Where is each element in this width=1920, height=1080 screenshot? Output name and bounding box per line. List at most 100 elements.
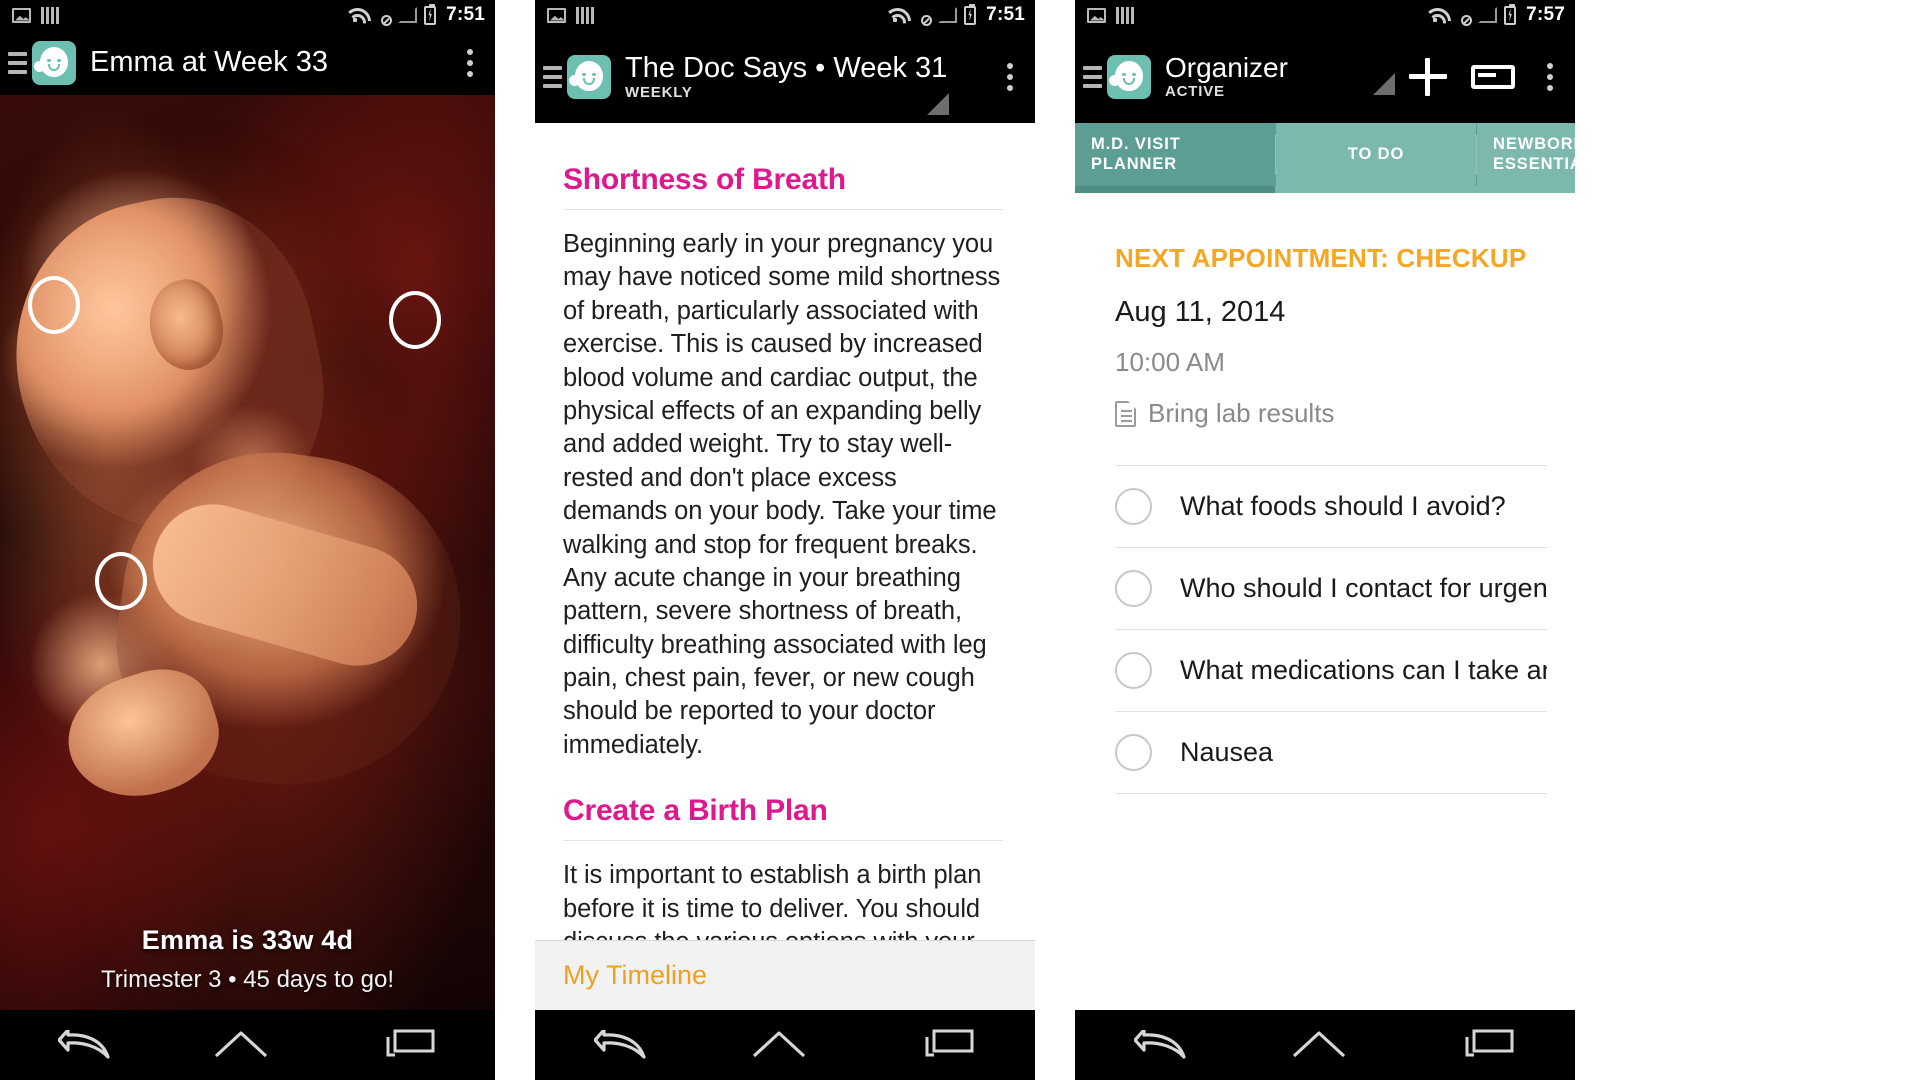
sim-disabled-icon — [1452, 6, 1473, 26]
status-bar-left — [547, 6, 594, 24]
status-bar-left — [12, 6, 59, 24]
action-bar-titles: The Doc Says • Week 31 WEEKLY — [625, 52, 947, 102]
tab-md-visit-planner[interactable]: M.D. VISIT PLANNER — [1075, 123, 1275, 186]
page-title: Organizer — [1165, 52, 1288, 84]
action-bar-titles: Emma at Week 33 — [90, 46, 328, 78]
overflow-menu-icon[interactable] — [459, 45, 481, 81]
battery-charging-icon — [424, 3, 437, 25]
list-item-label: Who should I contact for urgent matters? — [1180, 573, 1547, 603]
status-bar-clock: 7:51 — [446, 4, 485, 25]
tab-indicator-row — [1075, 186, 1575, 193]
resize-corner-icon — [1373, 73, 1395, 95]
article-footer: My Timeline — [535, 940, 1035, 1010]
section-body-1: Beginning early in your pregnancy you ma… — [563, 230, 1001, 759]
resize-corner-icon — [927, 93, 949, 115]
baby-face-icon[interactable] — [567, 54, 611, 99]
wifi-icon — [884, 7, 905, 23]
drawer-icon[interactable] — [8, 51, 27, 74]
signal-icon — [1478, 7, 1498, 23]
recents-icon[interactable] — [385, 1028, 437, 1062]
status-bar-clock: 7:51 — [986, 4, 1025, 25]
appointment-date: Aug 11, 2014 — [1115, 296, 1286, 328]
page-title: The Doc Says • Week 31 — [625, 51, 948, 84]
list-item[interactable]: What foods should I avoid? — [1115, 466, 1547, 548]
recents-icon[interactable] — [924, 1028, 976, 1062]
appointment-card[interactable]: NEXT APPOINTMENT: CHECKUP Aug 11, 2014 1… — [1075, 193, 1575, 429]
signal-icon — [938, 7, 958, 23]
drawer-icon[interactable] — [543, 65, 562, 88]
tab-active-indicator — [1075, 186, 1275, 193]
hotspot-1[interactable] — [28, 276, 80, 334]
home-icon[interactable] — [213, 1028, 269, 1062]
hero-caption: Emma is 33w 4d Trimester 3 • 45 days to … — [0, 925, 495, 994]
wifi-icon — [344, 7, 365, 23]
status-bar: 7:57 — [1075, 0, 1575, 30]
action-bar: Organizer ACTIVE — [1075, 30, 1575, 123]
status-bar-right: 7:51 — [884, 3, 1025, 26]
checkbox-circle[interactable] — [1115, 488, 1152, 525]
recents-icon[interactable] — [1464, 1028, 1516, 1062]
collage-gap-2 — [1035, 0, 1075, 1080]
android-nav-bar — [0, 1010, 495, 1080]
organizer-content[interactable]: NEXT APPOINTMENT: CHECKUP Aug 11, 2014 1… — [1075, 193, 1575, 1010]
hotspot-2[interactable] — [389, 291, 441, 349]
home-icon[interactable] — [1291, 1028, 1347, 1062]
card-icon[interactable] — [1471, 64, 1515, 89]
hotspot-3[interactable] — [95, 552, 147, 610]
tab-indicator-rest — [1275, 186, 1575, 193]
overflow-menu-icon[interactable] — [1539, 59, 1561, 95]
android-nav-bar — [535, 1010, 1035, 1080]
caption-main: Emma is 33w 4d — [141, 925, 354, 955]
back-icon[interactable] — [57, 1030, 110, 1060]
overflow-menu-icon[interactable] — [999, 59, 1021, 95]
phone-screen-doc-says: 7:51 The Doc Says • Week 31 WEEKLY Short… — [535, 0, 1035, 1080]
action-bar-actions — [1409, 57, 1561, 96]
my-timeline-link[interactable]: My Timeline — [563, 960, 707, 991]
signal-icon — [398, 7, 418, 23]
status-bar-right: 7:57 — [1424, 3, 1565, 26]
screenshot-collage: 7:51 Emma at Week 33 Emma is 33w 4d Trim… — [0, 0, 1920, 1080]
baby-face-icon[interactable] — [1107, 54, 1151, 99]
checkbox-circle[interactable] — [1115, 734, 1152, 771]
fetus-illustration[interactable]: Emma is 33w 4d Trimester 3 • 45 days to … — [0, 95, 495, 1010]
battery-charging-icon — [964, 3, 977, 25]
status-bar-right: 7:51 — [344, 3, 485, 26]
section-divider-2 — [563, 840, 1003, 842]
appointment-note: Bring lab results — [1115, 398, 1547, 429]
back-icon[interactable] — [593, 1030, 646, 1060]
android-nav-bar — [1075, 1010, 1575, 1080]
drawer-icon[interactable] — [1083, 65, 1102, 88]
photo-icon — [12, 7, 31, 23]
page-subtitle: WEEKLY — [625, 83, 693, 101]
photo-icon — [547, 7, 566, 23]
list-item[interactable]: What medications can I take and which o.… — [1115, 630, 1547, 712]
back-icon[interactable] — [1133, 1030, 1186, 1060]
checkbox-circle[interactable] — [1115, 570, 1152, 607]
list-item[interactable]: Nausea — [1115, 712, 1547, 794]
tab-newborn-essentials[interactable]: NEWBORN ESSENTIA — [1477, 123, 1575, 186]
status-bar: 7:51 — [535, 0, 1035, 30]
section-body-2: It is important to establish a birth pla… — [563, 861, 982, 940]
section-divider-1 — [563, 209, 1003, 210]
action-bar: Emma at Week 33 — [0, 30, 495, 95]
action-bar: The Doc Says • Week 31 WEEKLY — [535, 30, 1035, 123]
list-item-label: What foods should I avoid? — [1180, 491, 1506, 521]
add-icon[interactable] — [1409, 57, 1447, 96]
checkbox-circle[interactable] — [1115, 652, 1152, 689]
page-title: Emma at Week 33 — [90, 46, 329, 79]
appointment-title: NEXT APPOINTMENT: CHECKUP — [1115, 243, 1527, 273]
list-item[interactable]: Who should I contact for urgent matters? — [1115, 548, 1547, 630]
tab-to-do[interactable]: TO DO — [1276, 123, 1476, 186]
battery-charging-icon — [1504, 3, 1517, 25]
collage-gap-1 — [495, 0, 535, 1080]
status-bar: 7:51 — [0, 0, 495, 30]
status-bar-clock: 7:57 — [1526, 4, 1565, 25]
baby-face-icon[interactable] — [32, 40, 76, 85]
article-scroll-area[interactable]: Shortness of Breath Beginning early in y… — [535, 123, 1035, 940]
action-bar-actions — [999, 59, 1021, 95]
wifi-icon — [1424, 7, 1445, 23]
home-icon[interactable] — [751, 1028, 807, 1062]
photo-icon — [1087, 7, 1106, 23]
document-icon — [1115, 400, 1136, 427]
